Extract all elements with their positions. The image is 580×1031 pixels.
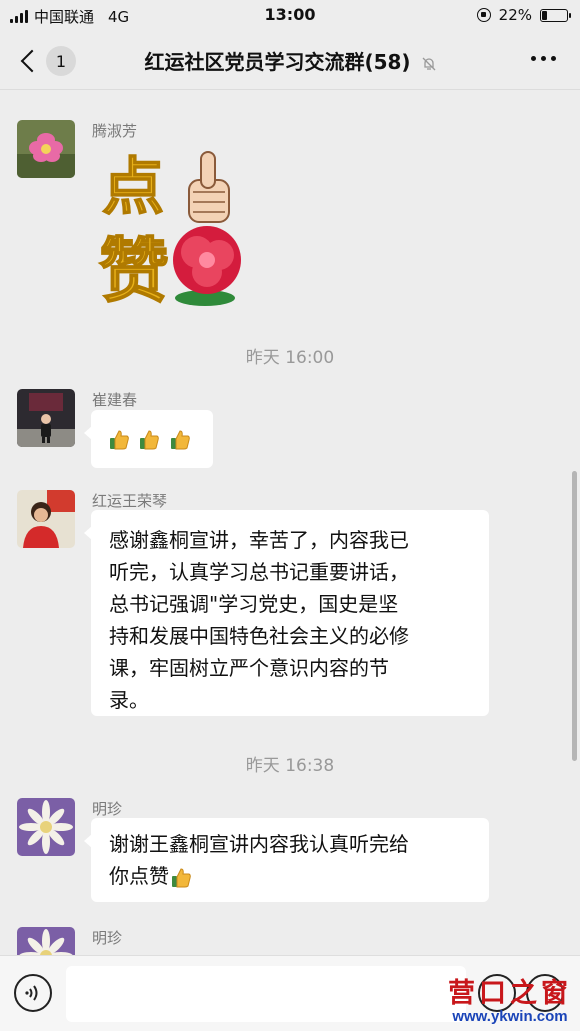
- message-text-line: 你点赞: [109, 860, 471, 892]
- message-text-line: 感谢鑫桐宣讲，幸苦了，内容我已: [109, 528, 409, 552]
- input-bar: 营口之窗 www.ykwin.com: [0, 955, 580, 1031]
- message-item: 明珍 谢谢王鑫桐宣讲内容我认真听完给 你点赞: [17, 798, 580, 908]
- flower-avatar-icon: [17, 927, 75, 955]
- chat-title-text: 红运社区党员学习交流群(58): [144, 50, 411, 74]
- thumbs-up-emoji-icon: [172, 867, 191, 887]
- avatar[interactable]: [17, 490, 75, 548]
- avatar[interactable]: [17, 798, 75, 856]
- message-text-line: 听完，认真学习总书记重要讲话，: [109, 560, 409, 584]
- sender-name: 明珍: [92, 929, 123, 947]
- message-bubble[interactable]: 感谢鑫桐宣讲，幸苦了，内容我已 听完，认真学习总书记重要讲话， 总书记强调"学习…: [84, 510, 489, 716]
- message-text-line: 课，牢固树立严个意识内容的节: [109, 656, 389, 680]
- sender-name: 腾淑芳: [92, 122, 138, 140]
- battery-fill: [542, 10, 547, 20]
- rotation-lock-icon: [476, 8, 491, 22]
- more-dot-icon: [531, 56, 536, 61]
- battery-percent: 22%: [498, 6, 532, 24]
- thumbs-up-sticker[interactable]: 点 赞: [97, 140, 267, 310]
- battery-icon: [540, 8, 571, 22]
- message-text-line: 谢谢王鑫桐宣讲内容我认真听完给: [109, 832, 409, 856]
- message-input[interactable]: [66, 966, 466, 1022]
- message-item: 崔建春: [17, 389, 580, 469]
- thumbs-up-emoji-icon: [140, 429, 160, 449]
- sticker-char-2: 赞: [99, 229, 169, 310]
- mute-bell-icon: [422, 57, 436, 70]
- site-watermark: 营口之窗 www.ykwin.com: [448, 979, 572, 1025]
- unread-count-badge: 1: [46, 46, 76, 76]
- scrollbar-thumb[interactable]: [572, 471, 577, 761]
- message-text-fragment: 你点赞: [109, 864, 169, 888]
- chevron-left-icon: [20, 49, 44, 73]
- message-text-line: 录。: [109, 688, 149, 712]
- watermark-logo-text: 营口之窗: [448, 978, 572, 1009]
- person-avatar-icon: [17, 490, 75, 548]
- message-text-line: 持和发展中国特色社会主义的必修: [109, 624, 409, 648]
- peony-flower-icon: [173, 226, 241, 306]
- thumbs-up-emoji-icon: [170, 429, 190, 449]
- chat-title: 红运社区党员学习交流群(58): [90, 46, 490, 75]
- message-item: 明珍: [17, 927, 580, 955]
- more-dot-icon: [551, 56, 556, 61]
- sender-name: 红运王荣琴: [92, 492, 168, 510]
- message-bubble[interactable]: 谢谢王鑫桐宣讲内容我认真听完给 你点赞: [84, 818, 489, 902]
- watermark-url: www.ykwin.com: [452, 1008, 568, 1025]
- message-bubble[interactable]: [84, 410, 213, 468]
- sender-name: 崔建春: [92, 391, 138, 409]
- chat-message-list[interactable]: 腾淑芳 点 赞 昨天 16:00 崔建春 红运王荣琴 感谢鑫桐宣讲，幸苦了，内容…: [0, 91, 580, 955]
- voice-icon: [25, 985, 38, 1001]
- more-dot-icon: [541, 56, 546, 61]
- message-item: 红运王荣琴 感谢鑫桐宣讲，幸苦了，内容我已 听完，认真学习总书记重要讲话， 总书…: [17, 490, 580, 720]
- message-item: 腾淑芳 点 赞: [17, 120, 580, 320]
- back-button[interactable]: 1: [18, 45, 78, 77]
- flower-avatar-icon: [17, 120, 75, 178]
- sender-name: 明珍: [92, 800, 123, 818]
- avatar[interactable]: [17, 389, 75, 447]
- sticker-char-1: 点: [102, 150, 164, 223]
- more-options-button[interactable]: [531, 56, 556, 61]
- status-bar: 中国联通 4G 13:00 22%: [0, 0, 580, 30]
- chat-header: 1 红运社区党员学习交流群(58): [0, 30, 580, 90]
- person-avatar-icon: [17, 389, 75, 447]
- timestamp: 昨天 16:38: [245, 756, 335, 776]
- message-text-line: 总书记强调"学习党史，国史是坚: [109, 592, 399, 616]
- flower-avatar-icon: [17, 798, 75, 856]
- avatar[interactable]: [17, 927, 75, 955]
- avatar[interactable]: [17, 120, 75, 178]
- thumb-hand-icon: [188, 151, 230, 223]
- voice-input-button[interactable]: [14, 974, 52, 1012]
- thumbs-up-emoji-icon: [110, 429, 129, 449]
- timestamp: 昨天 16:00: [245, 348, 335, 368]
